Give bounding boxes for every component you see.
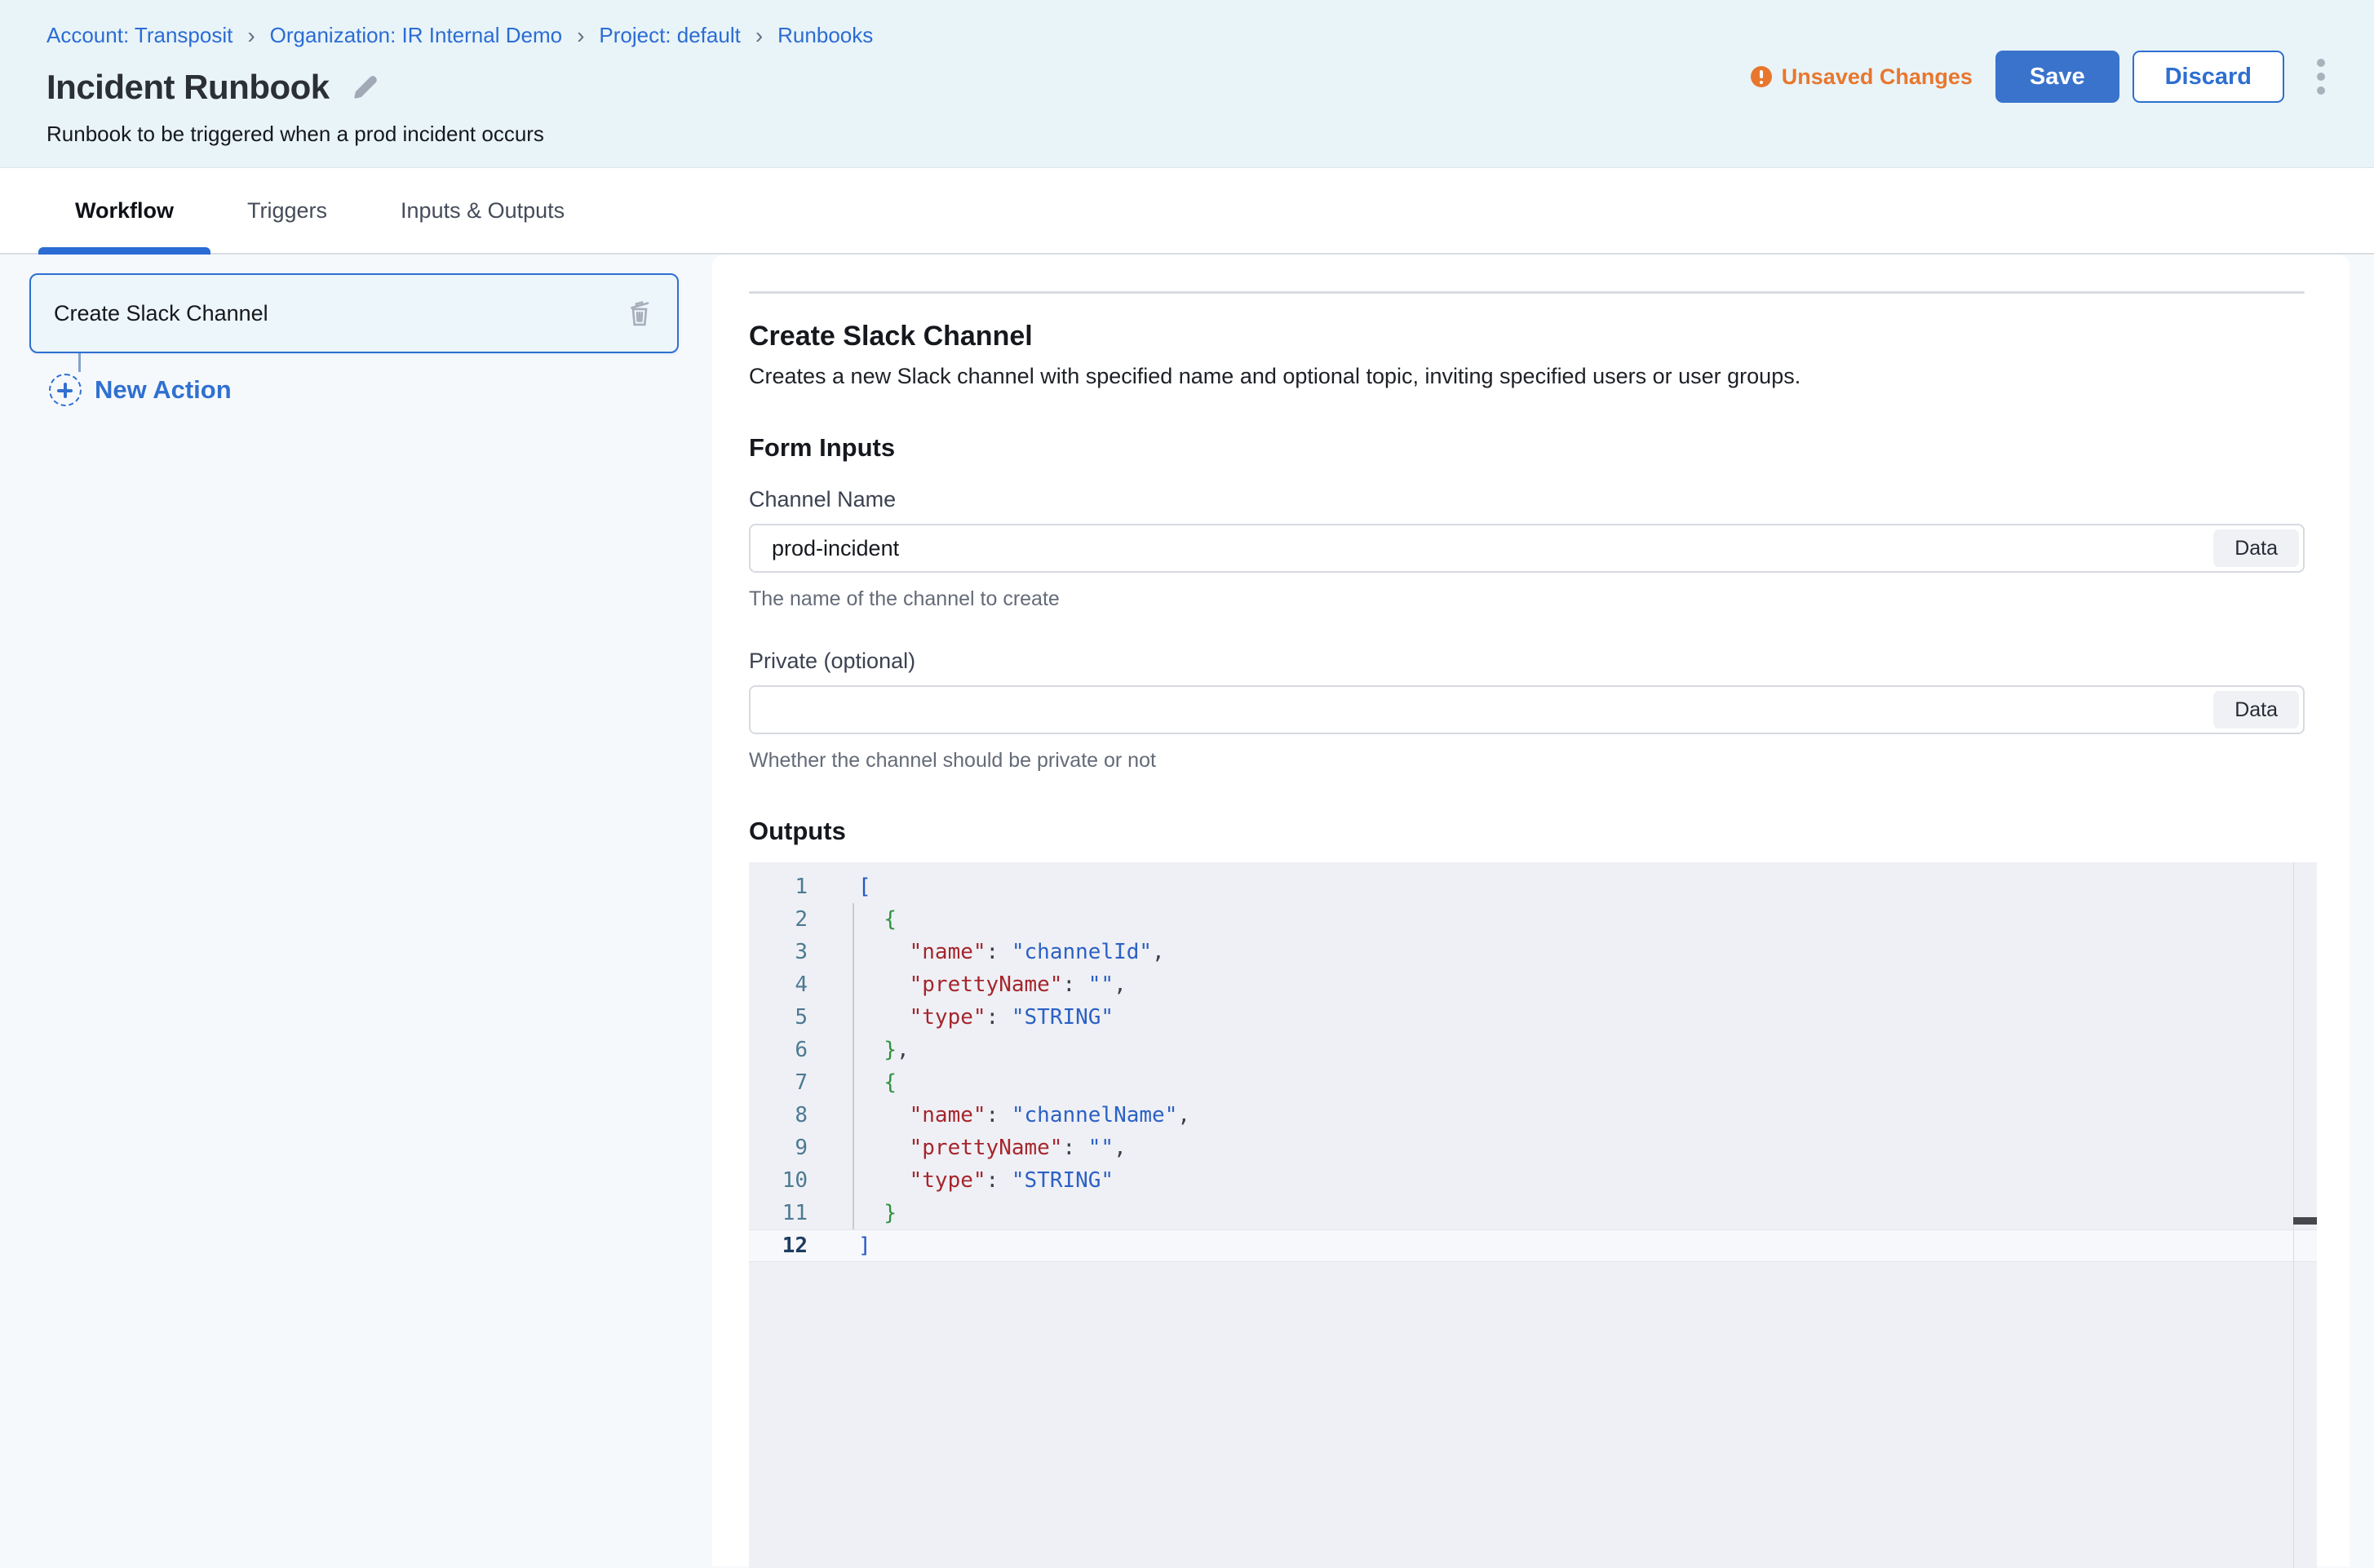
breadcrumb-separator: › (577, 24, 584, 47)
editor-scrollbar-track (2293, 862, 2294, 1568)
discard-button[interactable]: Discard (2133, 51, 2284, 103)
tab-label: Inputs & Outputs (401, 198, 565, 224)
line-number: 7 (749, 1066, 827, 1099)
channel-name-input[interactable] (749, 524, 2305, 573)
line-number: 9 (749, 1132, 827, 1164)
kebab-icon (2317, 59, 2325, 95)
tab-label: Workflow (75, 198, 174, 224)
trash-icon (625, 298, 654, 329)
active-tab-indicator (38, 247, 210, 255)
code-line[interactable]: 7 { (749, 1066, 2317, 1099)
editor-scrollbar-thumb[interactable] (2293, 1217, 2317, 1225)
tab-triggers[interactable]: Triggers (210, 168, 364, 253)
delete-action-button[interactable] (625, 298, 654, 329)
code-line[interactable]: 6 }, (749, 1034, 2317, 1066)
edit-title-button[interactable] (351, 73, 380, 102)
workflow-connector-line (78, 353, 81, 372)
code-text: "prettyName": "", (827, 968, 2317, 1001)
panel-divider (749, 291, 2305, 294)
code-line[interactable]: 5 "type": "STRING" (749, 1001, 2317, 1034)
action-detail-panel: Create Slack Channel Creates a new Slack… (712, 255, 2350, 1566)
unsaved-changes-badge: Unsaved Changes (1751, 64, 1973, 90)
code-text: ] (827, 1229, 2317, 1262)
code-line[interactable]: 3 "name": "channelId", (749, 936, 2317, 968)
unsaved-changes-label: Unsaved Changes (1782, 64, 1973, 90)
channel-name-helper: The name of the channel to create (749, 587, 2305, 611)
more-options-button[interactable] (2310, 52, 2332, 101)
action-heading: Create Slack Channel (749, 321, 2305, 352)
breadcrumb-link-project[interactable]: Project: default (599, 23, 740, 48)
private-input[interactable] (749, 685, 2305, 734)
action-card-label: Create Slack Channel (54, 301, 268, 326)
code-text: "type": "STRING" (827, 1164, 2317, 1197)
code-line[interactable]: 12] (749, 1229, 2317, 1262)
code-line[interactable]: 1[ (749, 870, 2317, 903)
page-title: Incident Runbook (47, 68, 330, 107)
outputs-heading: Outputs (749, 817, 2305, 846)
line-number: 2 (749, 903, 827, 936)
action-description: Creates a new Slack channel with specifi… (749, 364, 2305, 389)
line-number: 3 (749, 936, 827, 968)
runbook-description: Runbook to be triggered when a prod inci… (47, 122, 2374, 147)
private-data-button[interactable]: Data (2213, 691, 2299, 729)
code-text: }, (827, 1034, 2317, 1066)
line-number: 8 (749, 1099, 827, 1132)
warning-icon (1751, 66, 1772, 87)
outputs-code-editor[interactable]: 1[2 {3 "name": "channelId",4 "prettyName… (749, 862, 2317, 1568)
code-text: "type": "STRING" (827, 1001, 2317, 1034)
indent-guide (853, 903, 854, 1229)
breadcrumb: Account: Transposit › Organization: IR I… (47, 23, 2374, 48)
code-text: "name": "channelId", (827, 936, 2317, 968)
code-text: { (827, 1066, 2317, 1099)
code-line[interactable]: 2 { (749, 903, 2317, 936)
breadcrumb-link-runbooks[interactable]: Runbooks (777, 23, 873, 48)
pencil-icon (351, 73, 380, 102)
code-line[interactable]: 11 } (749, 1197, 2317, 1229)
breadcrumb-link-organization[interactable]: Organization: IR Internal Demo (270, 23, 562, 48)
main-content: Create Slack Channel (0, 255, 2374, 1566)
plus-icon (49, 374, 82, 406)
line-number: 6 (749, 1034, 827, 1066)
breadcrumb-link-account[interactable]: Account: Transposit (47, 23, 233, 48)
line-number: 12 (749, 1229, 827, 1262)
code-text: { (827, 903, 2317, 936)
line-number: 4 (749, 968, 827, 1001)
private-label: Private (optional) (749, 649, 2305, 674)
channel-name-label: Channel Name (749, 487, 2305, 512)
code-text: [ (827, 870, 2317, 903)
workflow-action-list: Create Slack Channel (0, 255, 712, 1566)
code-editor-lines: 1[2 {3 "name": "channelId",4 "prettyName… (749, 870, 2317, 1262)
line-number: 10 (749, 1164, 827, 1197)
channel-name-data-button[interactable]: Data (2213, 529, 2299, 567)
code-line[interactable]: 4 "prettyName": "", (749, 968, 2317, 1001)
code-line[interactable]: 10 "type": "STRING" (749, 1164, 2317, 1197)
action-card-create-slack-channel[interactable]: Create Slack Channel (29, 273, 679, 353)
code-line[interactable]: 8 "name": "channelName", (749, 1099, 2317, 1132)
tab-inputs-outputs[interactable]: Inputs & Outputs (364, 168, 601, 253)
tab-workflow[interactable]: Workflow (38, 168, 210, 253)
tab-label: Triggers (247, 198, 327, 224)
private-helper: Whether the channel should be private or… (749, 749, 2305, 773)
line-number: 1 (749, 870, 827, 903)
page-header: Account: Transposit › Organization: IR I… (0, 0, 2374, 168)
code-text: "name": "channelName", (827, 1099, 2317, 1132)
save-button[interactable]: Save (1995, 51, 2119, 103)
line-number: 11 (749, 1197, 827, 1229)
code-text: "prettyName": "", (827, 1132, 2317, 1164)
code-text: } (827, 1197, 2317, 1229)
breadcrumb-separator: › (247, 24, 255, 47)
new-action-label: New Action (95, 375, 232, 405)
breadcrumb-separator: › (755, 24, 763, 47)
line-number: 5 (749, 1001, 827, 1034)
code-line[interactable]: 9 "prettyName": "", (749, 1132, 2317, 1164)
form-inputs-heading: Form Inputs (749, 433, 2305, 463)
tab-bar: Workflow Triggers Inputs & Outputs (0, 168, 2374, 255)
new-action-button[interactable]: New Action (49, 374, 232, 406)
